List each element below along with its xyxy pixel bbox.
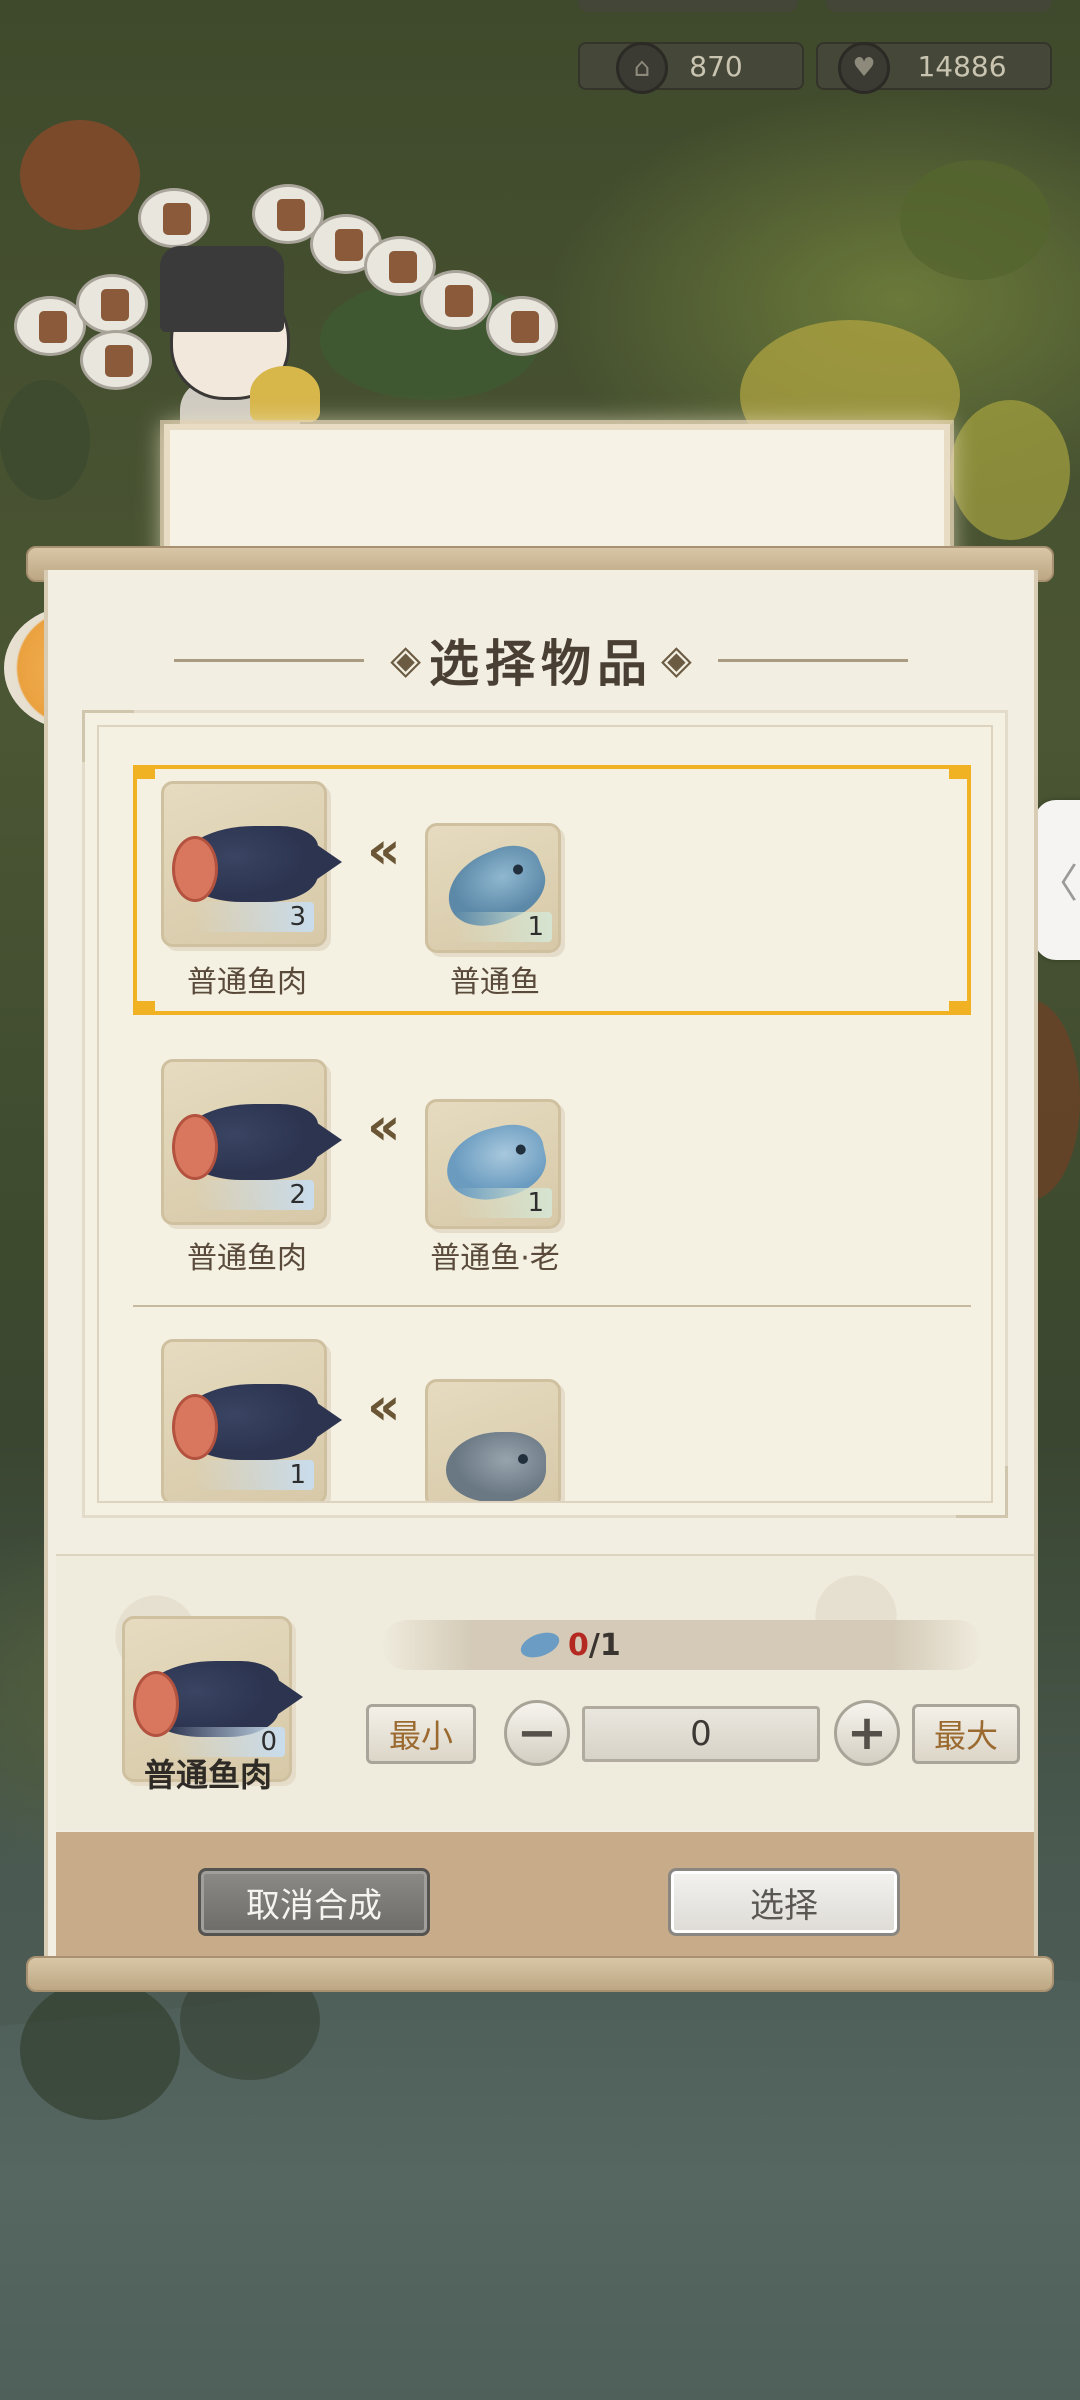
houses-value: 870: [689, 49, 743, 83]
quantity-field[interactable]: 0: [582, 1706, 820, 1762]
resource-bubble-wood[interactable]: [486, 296, 558, 356]
output-item-card[interactable]: 2: [161, 1059, 342, 1225]
row-divider: [133, 1305, 971, 1307]
fish-meat-icon: [172, 1384, 342, 1460]
fish-meat-icon: [172, 1104, 342, 1180]
recipe-list-frame: 3 普通鱼肉 « 1 普通鱼 2 普通鱼肉 « 1 普通鱼·老 1 «: [82, 710, 1008, 1518]
ornament-icon: ◈: [390, 637, 421, 683]
select-button[interactable]: 选择: [668, 1868, 900, 1936]
item-count: 1: [194, 1460, 314, 1490]
fish-eye: [514, 1143, 527, 1156]
character-hat: [160, 246, 284, 332]
item-count: 2: [194, 1180, 314, 1210]
recipe-row[interactable]: 3 普通鱼肉 « 1 普通鱼: [133, 765, 971, 1015]
progress-have: 0: [568, 1627, 589, 1663]
selected-item-name: 普通鱼肉: [143, 1756, 272, 1794]
input-item-card[interactable]: [425, 1379, 561, 1501]
ornament-icon: ◈: [661, 637, 692, 683]
selection-corner: [133, 1001, 155, 1015]
resource-bubble-wood[interactable]: [80, 330, 152, 390]
progress-need: 1: [599, 1627, 621, 1663]
output-item-name: 普通鱼肉: [187, 965, 307, 1000]
tree: [20, 1980, 180, 2120]
input-item-card[interactable]: 1: [425, 1099, 561, 1229]
input-item-name: 普通鱼·老: [430, 1241, 560, 1276]
selection-corner: [133, 765, 155, 779]
cancel-craft-button[interactable]: 取消合成: [198, 1868, 430, 1936]
fish-eye: [511, 862, 525, 876]
selection-corner: [949, 765, 971, 779]
panel-title: 选择物品: [429, 634, 653, 693]
input-item-card[interactable]: 1: [425, 823, 561, 953]
fish-meat-icon: [172, 826, 342, 902]
min-button[interactable]: 最小: [366, 1704, 476, 1764]
resource-bubble-wood[interactable]: [76, 274, 148, 334]
item-count: 3: [194, 902, 314, 932]
item-count: 1: [454, 1188, 552, 1218]
resource-bubble-wood[interactable]: [420, 270, 492, 330]
output-item-card[interactable]: 3: [161, 781, 342, 947]
side-drawer-tab[interactable]: 〈: [1034, 800, 1080, 960]
hearts-counter[interactable]: ♥ 14886: [816, 42, 1052, 94]
panel-footer: 取消合成 选择: [56, 1832, 1034, 1966]
tree: [20, 120, 140, 230]
selection-corner: [949, 1001, 971, 1015]
fish-icon: [517, 1627, 563, 1663]
fish-eye: [518, 1454, 528, 1464]
tree: [900, 160, 1050, 280]
chevron-left-icon: 〈: [1038, 861, 1078, 907]
input-item-name: 普通鱼: [450, 965, 540, 1000]
title-divider-left: [174, 658, 365, 662]
top-status-remnant: [826, 0, 1052, 12]
top-status-remnant: [578, 0, 798, 12]
houses-counter[interactable]: ⌂ 870: [578, 42, 804, 94]
required-progress: 0 / 1: [382, 1620, 982, 1670]
fish-meat-icon: [133, 1661, 303, 1737]
heart-icon: ♥: [838, 42, 890, 94]
recipe-row[interactable]: 1 «: [133, 1325, 971, 1501]
plus-button[interactable]: +: [834, 1700, 900, 1766]
item-count: 1: [454, 912, 552, 942]
title-divider-right: [717, 658, 908, 662]
character-fan: [250, 366, 320, 422]
arrow-left-icon: «: [367, 1097, 401, 1157]
panel-header: ◈ 选择物品 ◈: [48, 620, 1034, 700]
tree: [950, 400, 1070, 540]
recipe-list[interactable]: 3 普通鱼肉 « 1 普通鱼 2 普通鱼肉 « 1 普通鱼·老 1 «: [97, 725, 993, 1503]
house-icon: ⌂: [616, 42, 668, 94]
output-item-card[interactable]: 1: [161, 1339, 342, 1501]
hearts-value: 14886: [917, 49, 1007, 83]
output-item-name: 普通鱼肉: [187, 1241, 307, 1276]
fish-grey-icon: [446, 1432, 546, 1501]
recipe-row[interactable]: 2 普通鱼肉 « 1 普通鱼·老: [133, 1045, 971, 1295]
minus-button[interactable]: −: [504, 1700, 570, 1766]
selection-area: 0 普通鱼肉 0 / 1 最小 − 0 + 最大: [56, 1554, 1034, 1830]
progress-separator: /: [588, 1627, 600, 1663]
scroll-rod-bottom: [26, 1956, 1054, 1992]
arrow-left-icon: «: [367, 821, 401, 881]
select-item-panel: ◈ 选择物品 ◈ 3 普通鱼肉 « 1 普通鱼 2 普通鱼肉 « 1 普通鱼·老…: [44, 570, 1038, 1966]
max-button[interactable]: 最大: [912, 1704, 1020, 1764]
arrow-left-icon: «: [367, 1377, 401, 1437]
tree: [0, 380, 90, 500]
resource-bubble-wood[interactable]: [138, 188, 210, 248]
